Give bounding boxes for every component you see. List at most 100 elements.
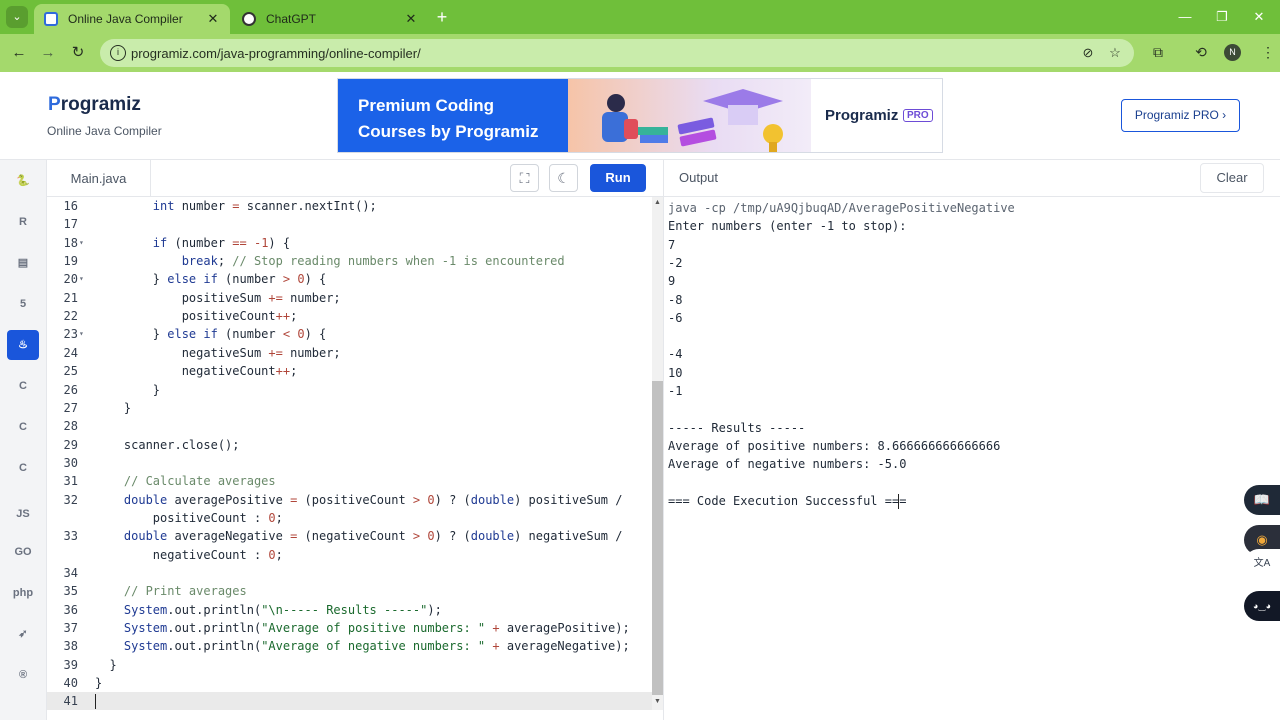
code-line[interactable]: 41 <box>47 692 652 710</box>
promo-banner[interactable]: Premium Coding Courses by Programiz Prog… <box>337 78 943 153</box>
line-number: 20 <box>63 272 78 287</box>
code-line[interactable]: 24 negativeSum += number; <box>47 344 652 362</box>
maximize-button[interactable]: ❐ <box>1207 6 1237 28</box>
assistant-icon[interactable]: ◕‿◕ <box>1244 591 1280 621</box>
code-token: ; <box>290 309 298 324</box>
translate-icon[interactable]: 文A <box>1244 549 1280 579</box>
js-icon[interactable]: JS <box>7 499 39 529</box>
code-line[interactable]: 17 <box>47 215 652 233</box>
bookmark-star-icon[interactable]: ☆ <box>1106 44 1124 62</box>
code-line[interactable]: 30 <box>47 454 652 472</box>
line-number: 37 <box>63 621 78 636</box>
php-icon[interactable]: php <box>7 578 39 608</box>
python-icon[interactable]: 🐍 <box>7 166 39 196</box>
scroll-up-icon[interactable]: ▲ <box>652 199 663 206</box>
minimize-button[interactable]: — <box>1170 6 1200 28</box>
code-line[interactable]: 26 } <box>47 381 652 399</box>
new-tab-button[interactable]: + <box>432 8 452 28</box>
csharp-icon[interactable]: C <box>7 453 39 483</box>
java-icon[interactable]: ♨ <box>7 330 39 360</box>
profile-avatar[interactable]: N <box>1224 44 1241 61</box>
dark-mode-toggle-icon[interactable]: ☾ <box>549 164 578 192</box>
code-line[interactable]: 25 negativeCount++; <box>47 362 652 380</box>
code-editor[interactable]: 16 int number = scanner.nextInt(); 17 18 ▾ … <box>47 197 652 710</box>
code-line[interactable]: 36 System.out.println("\n----- Results -… <box>47 601 652 619</box>
code-token: number; <box>282 290 341 305</box>
code-line[interactable]: 22 positiveCount++; <box>47 307 652 325</box>
cpp-icon[interactable]: C <box>7 412 39 442</box>
go-icon[interactable]: GO <box>7 537 39 567</box>
c-icon[interactable]: C <box>7 371 39 401</box>
tracking-protection-icon[interactable]: ⊘ <box>1079 44 1097 62</box>
fold-toggle-icon[interactable]: ▾ <box>79 234 84 252</box>
output-line: -6 <box>668 310 683 325</box>
logo-text: rogramiz <box>60 94 141 115</box>
code-line[interactable]: 40} <box>47 674 652 692</box>
code-line[interactable]: 29 scanner.close(); <box>47 436 652 454</box>
programiz-logo[interactable]: Programiz <box>48 94 141 116</box>
site-info-icon[interactable]: i <box>110 45 126 61</box>
code-line[interactable]: 35 // Print averages <box>47 582 652 600</box>
code-token: averagePositive <box>167 492 291 507</box>
code-token: } <box>95 657 117 672</box>
code-line[interactable]: negativeCount : 0; <box>47 546 652 564</box>
sql-icon[interactable]: ▤ <box>7 248 39 278</box>
tab-close-icon[interactable]: ✕ <box>206 11 220 27</box>
code-line[interactable]: 27 } <box>47 399 652 417</box>
html-icon[interactable]: 5 <box>7 289 39 319</box>
code-line[interactable]: 16 int number = scanner.nextInt(); <box>47 197 652 215</box>
code-line[interactable]: 20 ▾ } else if (number > 0) { <box>47 270 652 288</box>
fold-toggle-icon[interactable]: ▾ <box>79 325 84 343</box>
sync-icon[interactable]: ⟲ <box>1191 42 1211 62</box>
code-token: (negativeCount <box>297 529 413 544</box>
extensions-icon[interactable]: ⧉ <box>1148 42 1168 62</box>
code-line[interactable]: 23 ▾ } else if (number < 0) { <box>47 325 652 343</box>
code-token: ); <box>427 602 442 617</box>
swift-icon[interactable]: ➶ <box>7 619 39 649</box>
tab-close-icon[interactable]: ✕ <box>404 11 418 27</box>
code-token: scanner.nextInt(); <box>239 199 377 213</box>
code-line[interactable]: 32 double averagePositive = (positiveCou… <box>47 491 652 509</box>
back-button[interactable]: ← <box>8 42 30 64</box>
scroll-down-icon[interactable]: ▼ <box>652 698 663 705</box>
reload-button[interactable]: ↻ <box>67 42 89 64</box>
fullscreen-icon[interactable]: ⛶ <box>510 164 539 192</box>
fold-toggle-icon[interactable]: ▾ <box>79 270 84 288</box>
code-line[interactable]: 19 break; // Stop reading numbers when -… <box>47 252 652 270</box>
reader-icon[interactable]: 📖 <box>1244 485 1280 515</box>
file-tab-main-java[interactable]: Main.java <box>47 160 151 197</box>
tab-search-chevron-icon[interactable]: ⌄ <box>6 6 28 28</box>
forward-button[interactable]: → <box>37 42 59 64</box>
output-console[interactable]: java -cp /tmp/uA9QjbuqAD/AveragePositive… <box>663 197 1280 720</box>
code-line[interactable]: 33 double averageNegative = (negativeCou… <box>47 527 652 545</box>
code-token: 0 <box>427 529 435 544</box>
code-line[interactable]: 31 // Calculate averages <box>47 472 652 490</box>
code-line[interactable]: 39 } <box>47 656 652 674</box>
line-number: 25 <box>63 364 78 379</box>
code-line[interactable]: 21 positiveSum += number; <box>47 289 652 307</box>
code-line[interactable]: 28 <box>47 417 652 435</box>
rust-icon[interactable]: ® <box>7 660 39 690</box>
code-text: int number = scanner.nextInt(); <box>95 197 377 215</box>
code-token: .out.println( <box>167 602 262 617</box>
code-line[interactable]: 37 System.out.println("Average of positi… <box>47 619 652 637</box>
editor-scrollbar-thumb[interactable] <box>652 381 663 695</box>
clear-button[interactable]: Clear <box>1200 163 1264 193</box>
url-text[interactable]: programiz.com/java-programming/online-co… <box>131 46 421 61</box>
code-line[interactable]: 34 <box>47 564 652 582</box>
run-button[interactable]: Run <box>590 164 646 192</box>
text-cursor <box>95 694 96 710</box>
close-window-button[interactable]: ✕ <box>1244 6 1274 28</box>
line-number: 29 <box>63 437 78 452</box>
programiz-pro-button[interactable]: Programiz PRO › <box>1121 99 1240 132</box>
address-bar[interactable]: i programiz.com/java-programming/online-… <box>100 39 1134 67</box>
tab-chatgpt[interactable]: ChatGPT ✕ <box>232 4 428 34</box>
r-icon[interactable]: R <box>7 207 39 237</box>
code-line[interactable]: positiveCount : 0; <box>47 509 652 527</box>
tab-online-java-compiler[interactable]: Online Java Compiler ✕ <box>34 4 230 34</box>
code-line[interactable]: 18 ▾ if (number == -1) { <box>47 234 652 252</box>
code-line[interactable]: 38 System.out.println("Average of negati… <box>47 637 652 655</box>
code-text: positiveCount : 0; <box>95 509 283 527</box>
browser-menu-icon[interactable]: ⋮ <box>1258 42 1278 62</box>
